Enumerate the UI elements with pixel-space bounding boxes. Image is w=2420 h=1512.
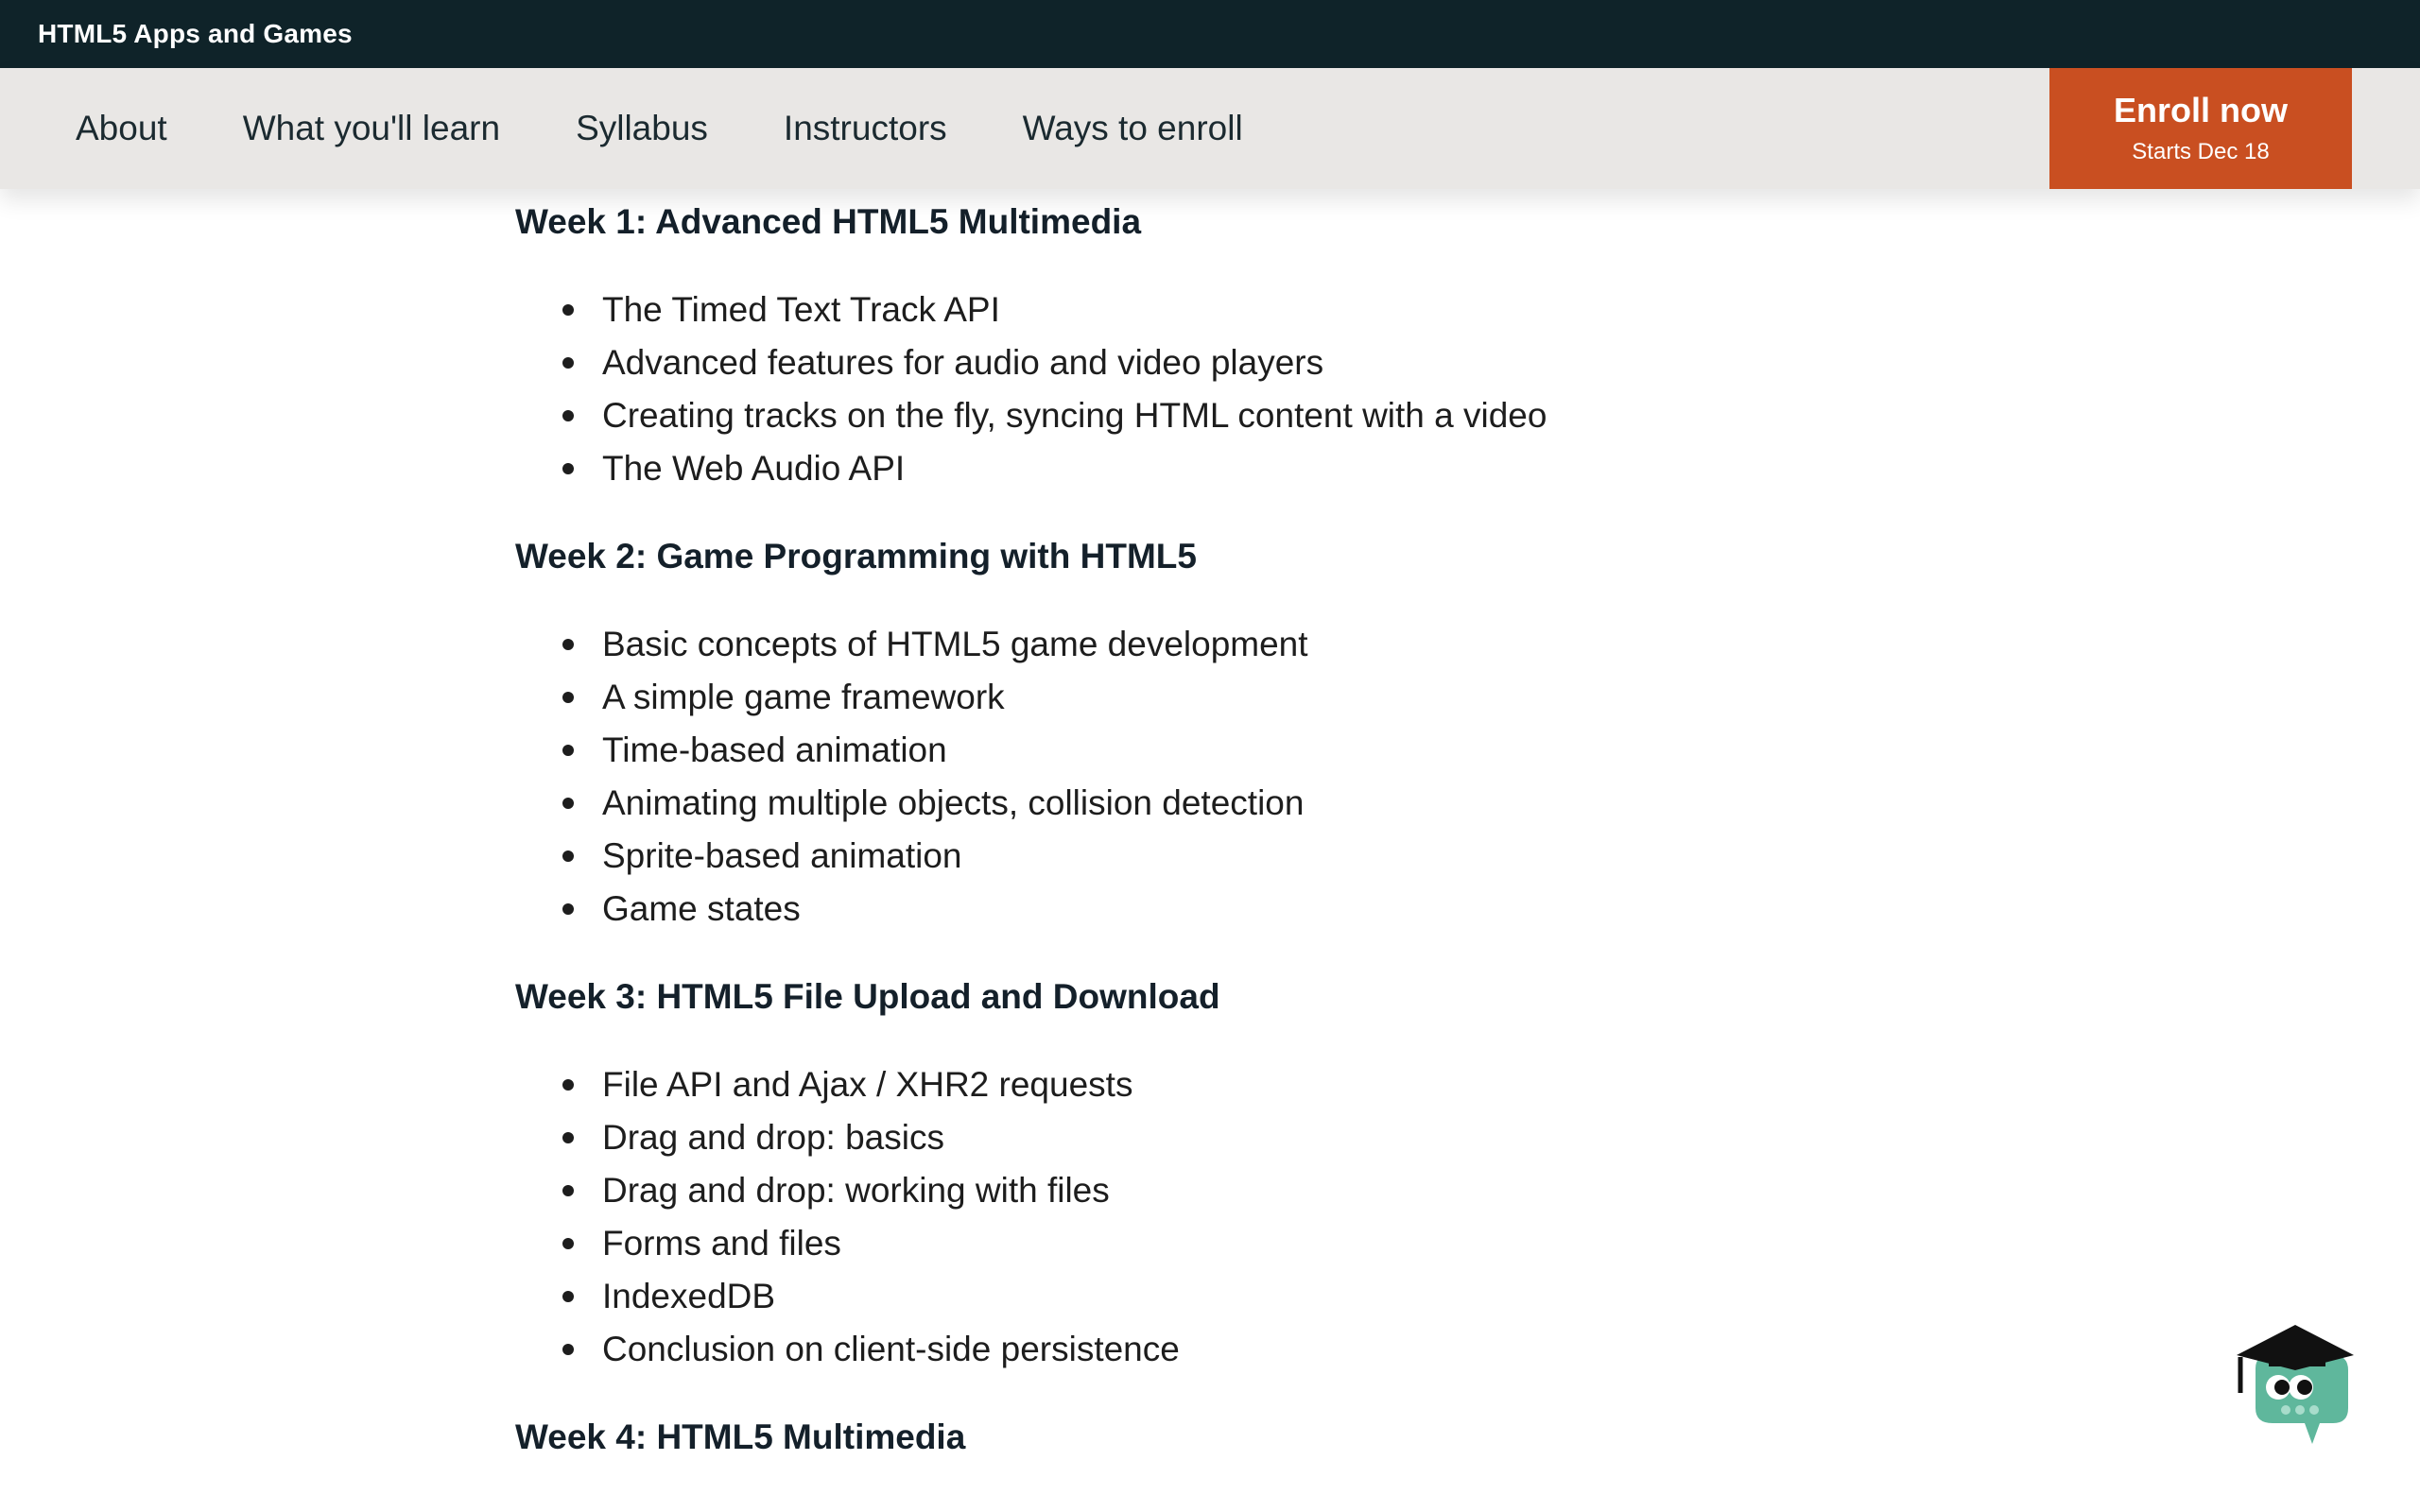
list-item: Drag and drop: working with files — [515, 1164, 1933, 1217]
topic-text: Drag and drop: basics — [602, 1118, 944, 1157]
list-item: A simple game framework — [515, 671, 1933, 724]
bullet-icon — [562, 357, 574, 369]
topic-text: Time-based animation — [602, 730, 947, 769]
week-heading: Week 1: Advanced HTML5 Multimedia — [515, 202, 1142, 241]
bullet-icon — [562, 1185, 574, 1196]
syllabus-content: Week 1: Advanced HTML5 Multimedia The Ti… — [515, 189, 1933, 1470]
week-topic-list: Basic concepts of HTML5 game development… — [515, 618, 1933, 936]
bullet-icon — [562, 692, 574, 703]
topic-text: Forms and files — [602, 1224, 841, 1263]
bullet-icon — [562, 850, 574, 862]
topic-text: A simple game framework — [602, 678, 1005, 716]
enroll-now-label: Enroll now — [2114, 91, 2288, 129]
list-item: Basic concepts of HTML5 game development — [515, 618, 1933, 671]
bullet-icon — [562, 798, 574, 809]
week-heading: Week 3: HTML5 File Upload and Download — [515, 977, 1220, 1016]
list-item: Sprite-based animation — [515, 830, 1933, 883]
bullet-icon — [562, 1132, 574, 1143]
list-item: Time-based animation — [515, 724, 1933, 777]
topic-text: Animating multiple objects, collision de… — [602, 783, 1305, 822]
course-nav-bar: About What you'll learn Syllabus Instruc… — [0, 68, 2420, 189]
topic-text: Game states — [602, 889, 801, 928]
week-topic-list: The Timed Text Track API Advanced featur… — [515, 284, 1933, 495]
week-section: Week 2: Game Programming with HTML5 Basi… — [515, 524, 1933, 936]
enroll-now-button[interactable]: Enroll now Starts Dec 18 — [2049, 68, 2352, 189]
list-item: IndexedDB — [515, 1270, 1933, 1323]
topic-text: Conclusion on client-side persistence — [602, 1330, 1180, 1368]
bullet-icon — [562, 410, 574, 421]
topic-text: IndexedDB — [602, 1277, 776, 1315]
nav-link-instructors[interactable]: Instructors — [784, 109, 947, 148]
week-section: Week 1: Advanced HTML5 Multimedia The Ti… — [515, 189, 1933, 495]
topic-text: The Timed Text Track API — [602, 290, 1000, 329]
bullet-icon — [562, 639, 574, 650]
bullet-icon — [562, 903, 574, 915]
week-heading: Week 4: HTML5 Multimedia — [515, 1418, 966, 1456]
topic-text: Advanced features for audio and video pl… — [602, 343, 1324, 382]
bullet-icon — [562, 1238, 574, 1249]
list-item: Animating multiple objects, collision de… — [515, 777, 1933, 830]
week-section: Week 3: HTML5 File Upload and Download F… — [515, 964, 1933, 1376]
bullet-icon — [562, 1079, 574, 1091]
list-item: The Web Audio API — [515, 442, 1933, 495]
week-section: Week 4: HTML5 Multimedia — [515, 1404, 1933, 1470]
list-item: Advanced features for audio and video pl… — [515, 336, 1933, 389]
list-item: File API and Ajax / XHR2 requests — [515, 1058, 1933, 1111]
top-bar: HTML5 Apps and Games — [0, 0, 2420, 68]
bullet-icon — [562, 463, 574, 474]
week-topic-list: File API and Ajax / XHR2 requests Drag a… — [515, 1058, 1933, 1376]
nav-link-about[interactable]: About — [76, 109, 167, 148]
bullet-icon — [562, 745, 574, 756]
list-item: Conclusion on client-side persistence — [515, 1323, 1933, 1376]
enroll-start-date: Starts Dec 18 — [2132, 139, 2270, 164]
course-title: HTML5 Apps and Games — [38, 19, 353, 48]
nav-link-what-youll-learn[interactable]: What you'll learn — [243, 109, 500, 148]
topic-text: Basic concepts of HTML5 game development — [602, 625, 1308, 663]
topic-text: Creating tracks on the fly, syncing HTML… — [602, 396, 1547, 435]
topic-text: Drag and drop: working with files — [602, 1171, 1110, 1210]
topic-text: Sprite-based animation — [602, 836, 962, 875]
graduation-cap-owl-chat-icon — [2237, 1325, 2354, 1444]
list-item: Drag and drop: basics — [515, 1111, 1933, 1164]
nav-links: About What you'll learn Syllabus Instruc… — [76, 68, 1319, 189]
bullet-icon — [562, 1291, 574, 1302]
mascot-chat-button[interactable] — [2229, 1314, 2361, 1455]
nav-link-ways-to-enroll[interactable]: Ways to enroll — [1023, 109, 1243, 148]
bullet-icon — [562, 1344, 574, 1355]
page: HTML5 Apps and Games About What you'll l… — [0, 0, 2420, 1512]
topic-text: The Web Audio API — [602, 449, 906, 488]
bullet-icon — [562, 304, 574, 316]
list-item: Game states — [515, 883, 1933, 936]
list-item: Forms and files — [515, 1217, 1933, 1270]
week-heading: Week 2: Game Programming with HTML5 — [515, 537, 1197, 576]
list-item: The Timed Text Track API — [515, 284, 1933, 336]
topic-text: File API and Ajax / XHR2 requests — [602, 1065, 1133, 1104]
nav-link-syllabus[interactable]: Syllabus — [576, 109, 708, 148]
list-item: Creating tracks on the fly, syncing HTML… — [515, 389, 1933, 442]
